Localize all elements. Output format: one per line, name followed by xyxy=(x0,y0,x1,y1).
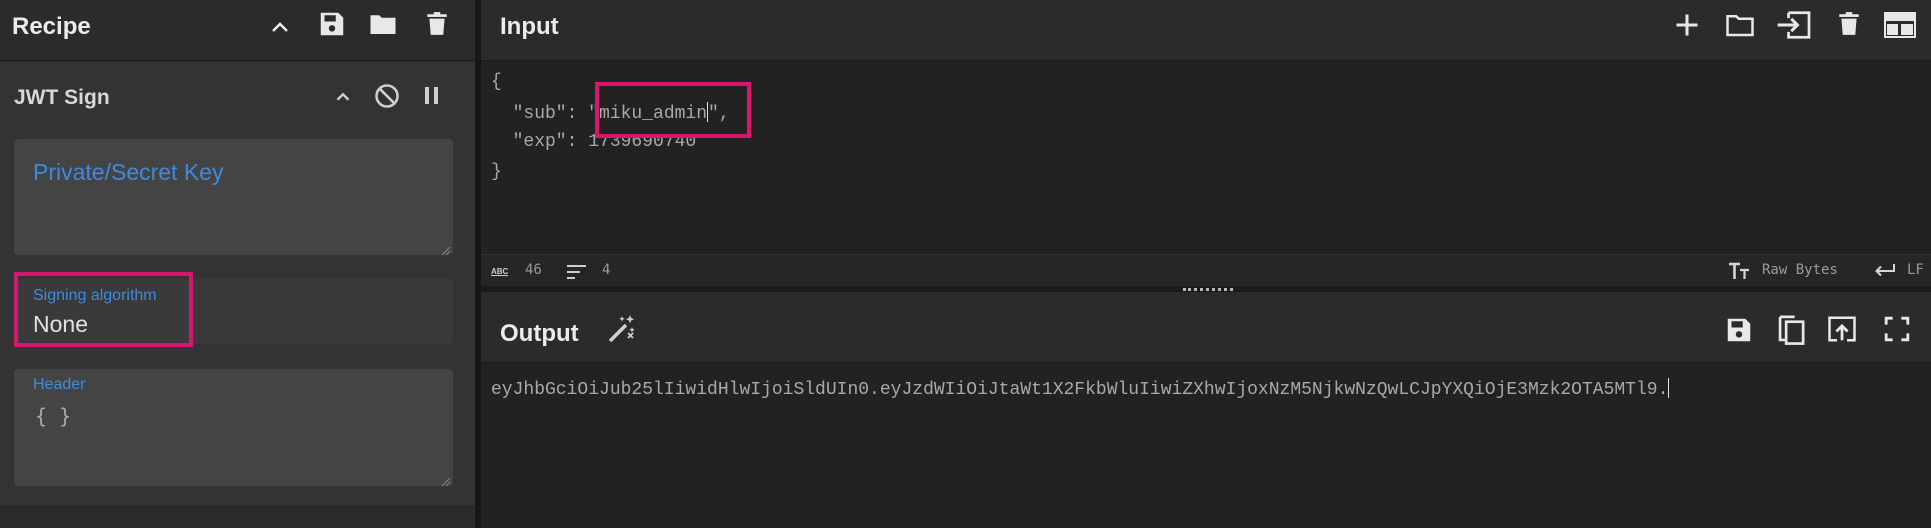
layout-icon[interactable] xyxy=(1884,12,1916,38)
recipe-header: Recipe xyxy=(0,0,475,61)
recipe-panel: Recipe JWT Sign Private/Secret Key Signi… xyxy=(0,0,475,528)
chevron-up-icon[interactable] xyxy=(268,15,292,39)
lines-icon xyxy=(567,264,587,280)
eol-label[interactable]: LF xyxy=(1907,262,1924,278)
code-line: "exp": 1739690740 xyxy=(491,132,697,152)
code-line: { xyxy=(491,72,502,92)
code-text: "sub": "miku_admin xyxy=(491,104,708,124)
chevron-up-icon[interactable] xyxy=(332,86,354,108)
private-key-textarea[interactable]: Private/Secret Key xyxy=(14,139,453,256)
header-label: Header xyxy=(33,376,86,393)
signing-algorithm-select[interactable]: Signing algorithm None xyxy=(14,279,453,344)
header-textarea[interactable]: Header { } xyxy=(14,369,453,487)
char-count: 46 xyxy=(525,262,542,278)
output-value: eyJhbGciOiJub25lIiwidHlwIjoiSldUIn0.eyJz… xyxy=(491,380,1669,400)
recipe-title: Recipe xyxy=(12,13,91,40)
output-text: eyJhbGciOiJub25lIiwidHlwIjoiSldUIn0.eyJz… xyxy=(491,378,1670,400)
replace-input-icon[interactable] xyxy=(1827,314,1857,344)
input-panel: Input { "sub": "miku_admin", "exp": 1739… xyxy=(481,0,1931,290)
operation-name: JWT Sign xyxy=(14,86,110,109)
trash-icon[interactable] xyxy=(1836,8,1862,40)
code-text: ", xyxy=(708,104,730,124)
maximize-icon[interactable] xyxy=(1884,316,1910,342)
folder-icon[interactable] xyxy=(367,9,399,39)
plus-icon[interactable] xyxy=(1673,11,1701,39)
newline-icon[interactable] xyxy=(1874,263,1896,279)
magic-wand-icon[interactable] xyxy=(606,313,638,345)
split-handle-grip-icon[interactable] xyxy=(1183,288,1233,291)
svg-text:ABC: ABC xyxy=(491,267,509,276)
disable-icon[interactable] xyxy=(373,82,401,110)
code-line: "sub": "miku_admin", xyxy=(491,102,730,124)
code-line: } xyxy=(491,162,502,182)
header-value: { } xyxy=(35,404,72,428)
signing-algorithm-value: None xyxy=(33,311,88,337)
output-panel: Output eyJhbGciOiJub25lIiwidHlwIjoiSldUI… xyxy=(481,292,1931,528)
line-count: 4 xyxy=(602,262,611,278)
output-title: Output xyxy=(500,320,579,347)
input-header: Input xyxy=(481,0,1931,61)
output-header: Output xyxy=(481,292,1931,363)
text-caret xyxy=(1668,378,1670,398)
input-title: Input xyxy=(500,13,559,40)
save-icon[interactable] xyxy=(1724,315,1754,345)
encoding-label[interactable]: Raw Bytes xyxy=(1762,262,1838,278)
save-icon[interactable] xyxy=(317,9,347,39)
folder-icon[interactable] xyxy=(1724,10,1756,40)
input-status-bar: ABC 46 4 Raw Bytes LF xyxy=(481,254,1931,286)
pause-icon[interactable] xyxy=(421,84,443,108)
import-icon[interactable] xyxy=(1776,10,1812,40)
resize-handle-icon[interactable] xyxy=(441,474,451,487)
abc-count-icon: ABC xyxy=(491,266,511,276)
jwt-sign-operation: JWT Sign Private/Secret Key Signing algo… xyxy=(0,62,475,507)
signing-algorithm-label: Signing algorithm xyxy=(33,287,157,304)
private-key-placeholder: Private/Secret Key xyxy=(33,159,224,185)
copy-icon[interactable] xyxy=(1776,312,1806,346)
font-size-icon[interactable] xyxy=(1728,262,1750,280)
trash-icon[interactable] xyxy=(424,8,450,40)
resize-handle-icon[interactable] xyxy=(441,243,451,256)
input-editor[interactable]: { "sub": "miku_admin", "exp": 1739690740… xyxy=(481,62,1931,254)
